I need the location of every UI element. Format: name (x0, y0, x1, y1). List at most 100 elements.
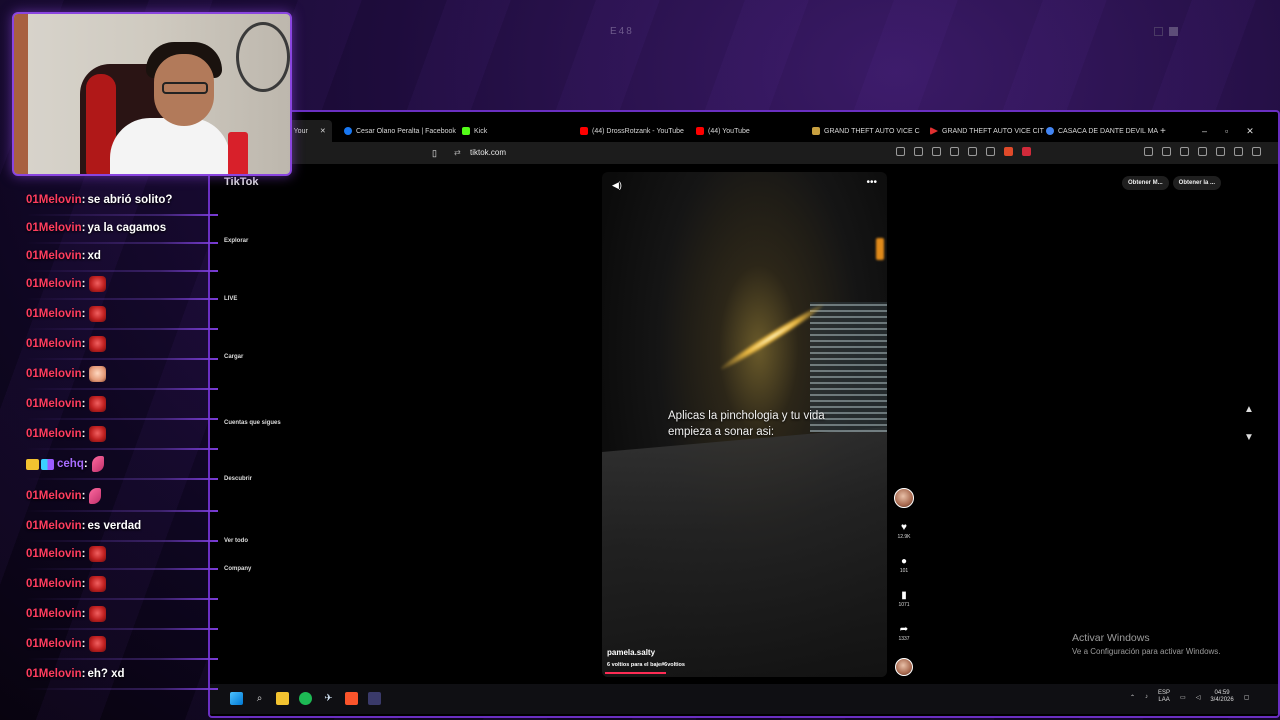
vpn-icon[interactable] (1234, 147, 1243, 156)
minimize-button[interactable]: – (1202, 126, 1207, 136)
chat-separator: : (83, 458, 88, 470)
chat-username[interactable]: 01Melovin (26, 520, 82, 532)
tab-casaca[interactable]: CASACA DE DANTE DEVIL MA (1046, 120, 1158, 142)
sidebar-section-following: Cuentas que sigues (224, 420, 281, 426)
reading-icon[interactable] (1180, 147, 1189, 156)
top-actions: Obtener M... Obtener la ... (1122, 176, 1222, 190)
speaker-icon[interactable]: ◁ (1196, 694, 1201, 701)
spotify-icon[interactable] (299, 692, 312, 705)
facebook-icon (344, 127, 352, 135)
sidebar-item-see-all[interactable]: Ver todo (224, 538, 248, 544)
tiktok-logo[interactable]: TikTok (224, 176, 258, 188)
sidebar-item-explore[interactable]: Explorar (224, 238, 248, 244)
play-icon (930, 127, 938, 135)
close-window-button[interactable]: ✕ (1246, 126, 1254, 137)
volume-icon[interactable]: ◀) (612, 180, 622, 191)
brave-rewards-icon[interactable] (1022, 147, 1031, 156)
chat-username[interactable]: 01Melovin (26, 308, 82, 320)
music-icon[interactable] (1162, 147, 1171, 156)
mic-icon[interactable]: ♪ (1145, 694, 1148, 700)
url-field[interactable]: tiktok.com (470, 148, 506, 157)
start-icon[interactable] (230, 692, 243, 705)
chat-username[interactable]: 01Melovin (26, 250, 82, 262)
comment-button[interactable]: ● 101 (892, 556, 916, 574)
get-desktop-button[interactable]: Obtener la ... (1172, 176, 1222, 190)
chat-separator: : (81, 520, 86, 532)
translate-icon[interactable] (932, 147, 941, 156)
chat-username[interactable]: 01Melovin (26, 638, 82, 650)
sidebar-item-discover[interactable]: Descubrir (224, 476, 252, 482)
screen-icon[interactable] (950, 147, 959, 156)
chat-username[interactable]: 01Melovin (26, 368, 82, 380)
language-top: ESP (1158, 690, 1171, 696)
chat-separator: : (81, 368, 86, 380)
sound-avatar[interactable] (892, 658, 916, 676)
tab-youtube-dross[interactable]: (44) DrossRotzank - YouTube (580, 120, 684, 142)
extension-icon[interactable] (914, 147, 923, 156)
activation-title: Activar Windows (1072, 632, 1150, 644)
chat-username[interactable]: 01Melovin (26, 490, 82, 502)
get-app-button[interactable]: Obtener M... (1122, 176, 1169, 190)
monitor-icon[interactable]: ▭ (1180, 694, 1186, 701)
kick-icon (462, 127, 470, 135)
site-info-icon[interactable]: ⇄ (454, 148, 461, 157)
video-progress-bar[interactable] (605, 672, 666, 674)
tray-chevron-icon[interactable]: ⌃ (1130, 694, 1135, 701)
creator-avatar[interactable] (892, 488, 916, 508)
language-indicator[interactable]: ESP LAA (1158, 690, 1170, 704)
brave-icon[interactable] (345, 692, 358, 705)
share-button[interactable]: ➦ 1337 (892, 624, 916, 642)
video-caption: Aplicas la pinchologia y tu vida empieza… (668, 410, 825, 438)
steam-icon[interactable]: ✈ (322, 692, 335, 705)
extension-icon[interactable] (896, 147, 905, 156)
tab-close-icon[interactable]: ✕ (320, 127, 326, 135)
tab-gta-1[interactable]: GRAND THEFT AUTO VICE C (812, 120, 920, 142)
next-video-button[interactable]: ▼ (1244, 432, 1254, 443)
save-button[interactable]: ▮ 1071 (892, 590, 916, 608)
brave-shield-icon[interactable] (1004, 147, 1013, 156)
extensions-icon[interactable] (1216, 147, 1225, 156)
chat-username[interactable]: 01Melovin (26, 608, 82, 620)
chat-username[interactable]: 01Melovin (26, 278, 82, 290)
chat-username[interactable]: 01Melovin (26, 578, 82, 590)
zoom-icon[interactable] (968, 147, 977, 156)
sidebar-item-upload[interactable]: Cargar (224, 354, 243, 360)
tab-gta-2[interactable]: GRAND THEFT AUTO VICE CIT (930, 120, 1044, 142)
chat-username[interactable]: 01Melovin (26, 668, 82, 680)
chat-username[interactable]: 01Melovin (26, 548, 82, 560)
chat-username[interactable]: 01Melovin (26, 398, 82, 410)
chat-username[interactable]: 01Melovin (26, 222, 82, 234)
chat-message: 01Melovin: (26, 362, 222, 390)
file-explorer-icon[interactable] (276, 692, 289, 705)
chat-username[interactable]: 01Melovin (26, 194, 82, 206)
video-player[interactable]: ◀) ••• Aplicas la pinchologia y tu vida … (602, 172, 887, 677)
activation-subtitle: Ve a Configuración para activar Windows. (1072, 647, 1221, 656)
scene-tag: E48 (610, 26, 634, 37)
bookmark-icon[interactable]: ▯ (432, 148, 437, 159)
sidebar-item-company[interactable]: Company (224, 566, 251, 572)
share-icon[interactable] (986, 147, 995, 156)
wallet-icon[interactable] (1198, 147, 1207, 156)
tab-facebook[interactable]: Cesar Olano Peralta | Facebook (344, 120, 456, 142)
share-icon: ➦ (899, 624, 909, 635)
search-icon[interactable]: ⌕ (253, 692, 266, 705)
clock[interactable]: 04:59 3/4/2026 (1210, 690, 1233, 704)
new-tab-button[interactable]: + (1160, 120, 1166, 142)
sidebar-icon[interactable] (1144, 147, 1153, 156)
chat-username[interactable]: cehq (57, 458, 84, 470)
previous-video-button[interactable]: ▲ (1244, 404, 1254, 415)
like-button[interactable]: ♥ 12.9K (892, 522, 916, 540)
video-author[interactable]: pamela.salty (607, 648, 655, 657)
comment-icon: ● (900, 556, 908, 567)
tab-youtube[interactable]: (44) YouTube (696, 120, 750, 142)
menu-icon[interactable] (1252, 147, 1261, 156)
maximize-button[interactable]: ▫ (1225, 126, 1228, 136)
more-options-icon[interactable]: ••• (866, 177, 877, 188)
chat-username[interactable]: 01Melovin (26, 428, 82, 440)
app-icon[interactable] (368, 692, 381, 705)
tab-kick[interactable]: Kick (462, 120, 487, 142)
chat-username[interactable]: 01Melovin (26, 338, 82, 350)
notification-icon[interactable]: ▢ (1244, 694, 1250, 701)
sidebar-item-live[interactable]: LIVE (224, 296, 237, 302)
video-description: 6 voltios para el baje#6voltios (607, 662, 685, 668)
